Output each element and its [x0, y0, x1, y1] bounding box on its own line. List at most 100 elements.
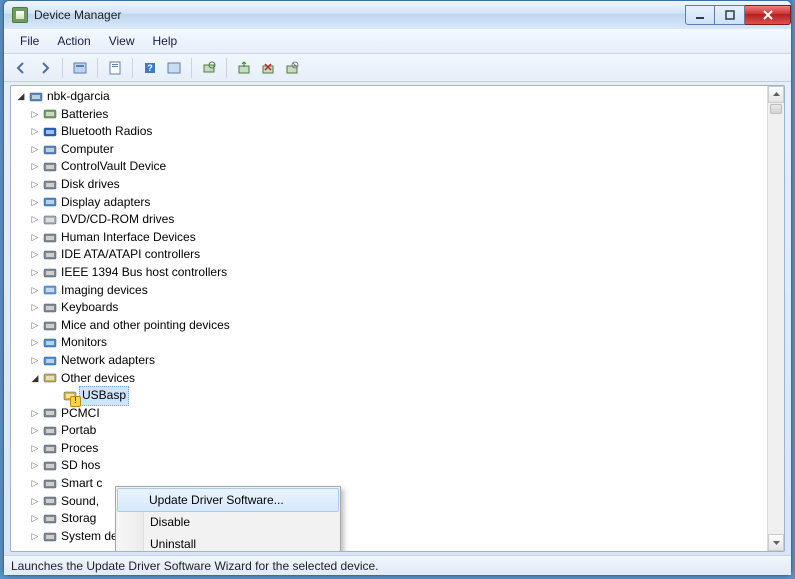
sound-icon	[42, 493, 58, 509]
computer-root-icon	[28, 89, 44, 105]
tree-category[interactable]: ▷ Computer	[15, 141, 767, 159]
show-hidden-button[interactable]	[69, 57, 91, 79]
device-tree[interactable]: ◢ nbk-dgarcia ▷ Batteries ▷ Bluetooth Ra…	[11, 86, 767, 551]
expand-arrow-icon[interactable]: ▷	[29, 440, 41, 458]
tree-category[interactable]: ▷ ControlVault Device	[15, 158, 767, 176]
tree-category-label: Monitors	[61, 334, 107, 352]
tree-category[interactable]: ▷ IDE ATA/ATAPI controllers	[15, 246, 767, 264]
expand-arrow-icon[interactable]: ▷	[29, 229, 41, 247]
tree-category-label: Batteries	[61, 106, 108, 124]
vertical-scrollbar[interactable]	[767, 86, 784, 551]
uninstall-button[interactable]	[257, 57, 279, 79]
display-icon	[42, 194, 58, 210]
refresh-button[interactable]	[163, 57, 185, 79]
expand-arrow-icon[interactable]: ▷	[29, 528, 41, 546]
menu-file[interactable]: File	[12, 32, 47, 50]
tree-category[interactable]: ▷ Network adapters	[15, 352, 767, 370]
menu-view[interactable]: View	[101, 32, 143, 50]
help-button[interactable]: ?	[139, 57, 161, 79]
disable-button[interactable]	[281, 57, 303, 79]
window-title: Device Manager	[34, 8, 121, 22]
unknown-device-icon	[62, 388, 78, 404]
expand-arrow-icon[interactable]: ◢	[15, 88, 27, 106]
device-tree-panel: ◢ nbk-dgarcia ▷ Batteries ▷ Bluetooth Ra…	[10, 85, 785, 552]
tree-category[interactable]: ▷ Disk drives	[15, 176, 767, 194]
scan-hardware-button[interactable]	[198, 57, 220, 79]
close-button[interactable]	[745, 5, 791, 25]
tree-category-label: Mice and other pointing devices	[61, 317, 230, 335]
imaging-icon	[42, 282, 58, 298]
toolbar-separator	[191, 58, 192, 78]
tree-device[interactable]: USBasp	[15, 387, 767, 405]
hid-icon	[42, 230, 58, 246]
statusbar: Launches the Update Driver Software Wiza…	[4, 555, 791, 575]
cm-uninstall[interactable]: Uninstall	[118, 533, 338, 552]
tree-category-label: Imaging devices	[61, 282, 148, 300]
tree-category-label: Network adapters	[61, 352, 155, 370]
expand-arrow-icon[interactable]: ▷	[29, 475, 41, 493]
expand-arrow-icon[interactable]: ▷	[29, 106, 41, 124]
tree-category[interactable]: ▷ PCMCI	[15, 405, 767, 423]
tree-category[interactable]: ▷ Portab	[15, 422, 767, 440]
expand-arrow-icon[interactable]: ▷	[29, 510, 41, 528]
expand-arrow-icon[interactable]: ▷	[29, 317, 41, 335]
forward-button[interactable]	[34, 57, 56, 79]
expand-arrow-icon[interactable]: ▷	[29, 334, 41, 352]
expand-arrow-icon[interactable]: ▷	[29, 282, 41, 300]
expand-arrow-icon[interactable]: ◢	[29, 370, 41, 388]
expand-arrow-icon[interactable]: ▷	[29, 211, 41, 229]
expand-arrow-icon[interactable]: ▷	[29, 194, 41, 212]
tree-category-label: Other devices	[61, 370, 135, 388]
tree-category-label: PCMCI	[61, 405, 100, 423]
toolbar-separator	[132, 58, 133, 78]
menu-help[interactable]: Help	[145, 32, 186, 50]
status-text: Launches the Update Driver Software Wiza…	[11, 559, 379, 573]
expand-arrow-icon[interactable]: ▷	[29, 405, 41, 423]
tree-category[interactable]: ▷ Proces	[15, 440, 767, 458]
scroll-up-button[interactable]	[768, 86, 784, 103]
tree-category[interactable]: ◢ Other devices	[15, 370, 767, 388]
expand-arrow-icon[interactable]: ▷	[29, 123, 41, 141]
expand-arrow-icon[interactable]: ▷	[29, 246, 41, 264]
portable-icon	[42, 423, 58, 439]
expand-arrow-icon[interactable]: ▷	[29, 264, 41, 282]
expand-arrow-icon[interactable]: ▷	[29, 141, 41, 159]
scroll-down-button[interactable]	[768, 534, 784, 551]
bluetooth-icon	[42, 124, 58, 140]
tree-category[interactable]: ▷ IEEE 1394 Bus host controllers	[15, 264, 767, 282]
tree-category[interactable]: ▷ Human Interface Devices	[15, 229, 767, 247]
tree-category[interactable]: ▷ Bluetooth Radios	[15, 123, 767, 141]
expand-arrow-icon[interactable]: ▷	[29, 457, 41, 475]
tree-category[interactable]: ▷ Batteries	[15, 106, 767, 124]
expand-arrow-icon[interactable]: ▷	[29, 493, 41, 511]
tree-category[interactable]: ▷ Keyboards	[15, 299, 767, 317]
tree-category[interactable]: ▷ Display adapters	[15, 194, 767, 212]
tree-category[interactable]: ▷ SD hos	[15, 457, 767, 475]
expand-arrow-icon[interactable]: ▷	[29, 422, 41, 440]
update-driver-button[interactable]	[233, 57, 255, 79]
sd-icon	[42, 458, 58, 474]
expand-arrow-icon[interactable]: ▷	[29, 176, 41, 194]
tree-category-label: Bluetooth Radios	[61, 123, 152, 141]
expand-arrow-icon[interactable]: ▷	[29, 158, 41, 176]
tree-root[interactable]: ◢ nbk-dgarcia	[15, 88, 767, 106]
scroll-thumb[interactable]	[770, 104, 782, 114]
tree-category-label: ControlVault Device	[61, 158, 166, 176]
minimize-button[interactable]	[685, 5, 715, 25]
tree-category[interactable]: ▷ Monitors	[15, 334, 767, 352]
expand-arrow-icon[interactable]: ▷	[29, 352, 41, 370]
maximize-button[interactable]	[715, 5, 745, 25]
tree-category[interactable]: ▷ Mice and other pointing devices	[15, 317, 767, 335]
expand-arrow-icon[interactable]: ▷	[29, 299, 41, 317]
tree-category[interactable]: ▷ DVD/CD-ROM drives	[15, 211, 767, 229]
tree-category-label: DVD/CD-ROM drives	[61, 211, 174, 229]
toolbar-separator	[97, 58, 98, 78]
menu-action[interactable]: Action	[49, 32, 98, 50]
properties-button[interactable]	[104, 57, 126, 79]
titlebar[interactable]: Device Manager	[4, 1, 791, 29]
cm-disable[interactable]: Disable	[118, 511, 338, 533]
cm-update-driver[interactable]: Update Driver Software...	[117, 488, 339, 512]
tree-category[interactable]: ▷ Imaging devices	[15, 282, 767, 300]
controlvault-icon	[42, 159, 58, 175]
back-button[interactable]	[10, 57, 32, 79]
